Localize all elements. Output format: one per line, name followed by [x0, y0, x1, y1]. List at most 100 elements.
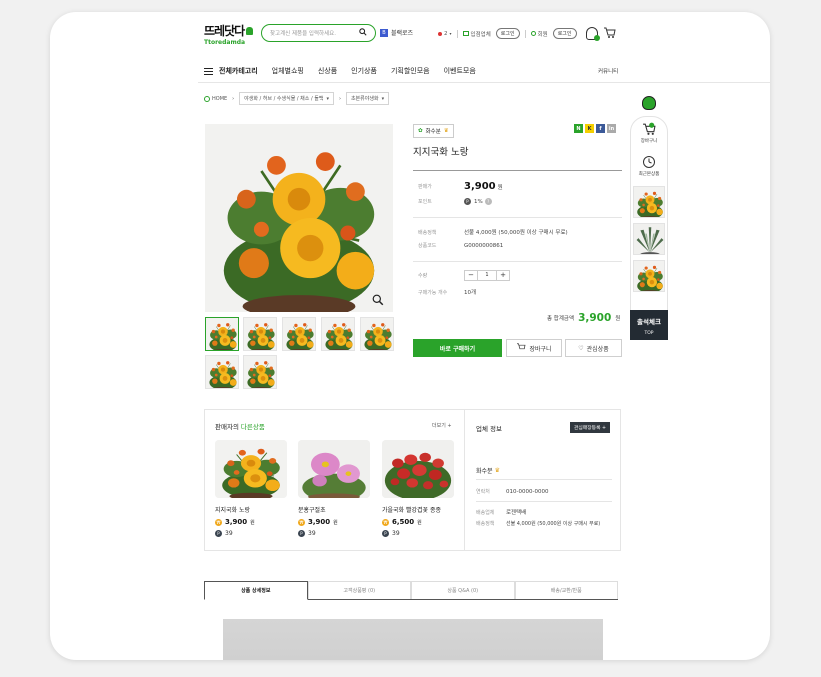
search-input[interactable]: 찾고계신 제품을 입력하세요. — [261, 24, 376, 42]
stock-label: 구매가능 개수 — [418, 289, 448, 296]
favorite-store-button[interactable]: 관심매장등록 + — [570, 422, 611, 433]
other-product-price-unit: 원 — [333, 520, 338, 526]
other-products-title-prefix: 판매자의 — [215, 423, 239, 431]
other-product-image[interactable] — [298, 440, 370, 498]
point-icon: P — [464, 198, 471, 205]
other-product-price-value: 6,500 — [392, 518, 415, 526]
buy-now-button[interactable]: 바로 구매하기 — [413, 339, 502, 357]
nav-item-new[interactable]: 신상품 — [318, 66, 337, 76]
breadcrumb-level1-select[interactable]: 야생화 / 허브 / 수생식물 / 채소 / 돌백 ▾ — [239, 92, 334, 105]
product-thumbnail[interactable] — [205, 355, 239, 389]
tab-detail[interactable]: 상품 상세정보 — [204, 581, 308, 600]
vendor-contact-label: 연락처 — [476, 489, 490, 495]
qty-row: 수량 − 1 + — [418, 270, 510, 281]
vendor-link[interactable]: 입점업체 — [462, 30, 491, 38]
nav-item-events[interactable]: 이벤트모음 — [444, 66, 476, 76]
stock-row: 구매가능 개수 10개 — [418, 288, 476, 297]
vendor-courier-value: 로젠택배 — [506, 510, 527, 516]
vendor-login-button[interactable]: 로그인 — [495, 28, 520, 39]
vendor-name: 화수분 — [476, 468, 493, 475]
recent-product-thumbnail[interactable] — [633, 186, 665, 218]
qty-plus-button[interactable]: + — [497, 271, 509, 280]
other-product-name[interactable]: 지지국화 노랑 — [215, 505, 250, 514]
sidebar-recent-label: 최근본상품 — [638, 172, 660, 177]
search-icon[interactable] — [359, 28, 367, 38]
facebook-share-icon[interactable]: f — [596, 124, 605, 133]
other-product-image[interactable] — [215, 440, 287, 498]
wishlist-button[interactable]: ♡ 관심상품 — [565, 339, 622, 357]
point-icon: P — [298, 530, 305, 537]
flag-icon — [438, 31, 442, 36]
more-link[interactable]: 더보기 + — [432, 422, 452, 429]
other-product-point: P 39 — [298, 530, 316, 537]
attendance-label: 출석체크 — [637, 318, 661, 326]
other-product-price-value: 3,900 — [308, 518, 331, 526]
add-to-cart-label: 장바구니 — [529, 345, 552, 353]
qty-value[interactable]: 1 — [477, 271, 497, 280]
page-frame: 뜨레닷다 Ttoredamda 찾고계신 제품을 입력하세요. B 블랙로즈 2… — [50, 12, 770, 660]
community-link[interactable]: 커뮤니티 — [598, 67, 618, 75]
shipping-row: 배송정책 선불 4,000원 (50,000원 이상 구매시 무료) — [418, 228, 568, 237]
naver-share-icon[interactable]: N — [574, 124, 583, 133]
product-thumbnail[interactable] — [282, 317, 316, 351]
attendance-check-button[interactable]: 출석체크 TOP — [630, 310, 668, 340]
qty-label: 수량 — [418, 273, 428, 279]
product-detail-image — [223, 619, 603, 660]
price-coin-icon: ₩ — [215, 518, 222, 526]
logo-plant-icon — [246, 26, 254, 35]
zoom-icon[interactable] — [372, 294, 388, 310]
seller-box-divider — [464, 409, 465, 551]
nav-item-popular[interactable]: 인기상품 — [351, 66, 377, 76]
recent-product-thumbnail[interactable] — [633, 260, 665, 292]
product-main-image[interactable] — [205, 124, 393, 312]
product-thumbnail[interactable] — [360, 317, 394, 351]
other-product-point: P 39 — [382, 530, 400, 537]
member-link[interactable]: 회원 — [530, 30, 548, 38]
mascot-icon[interactable] — [585, 27, 600, 41]
tab-qna[interactable]: 상품 Q&A (0) — [411, 581, 515, 599]
seller-tag[interactable]: ✿ 화수분 ♛ — [413, 124, 454, 138]
total-row: 총 합계금액 3,900 원 — [547, 312, 620, 324]
qty-minus-button[interactable]: − — [465, 271, 477, 280]
vendor-name-row: 화수분 ♛ — [476, 466, 500, 475]
kakao-share-icon[interactable]: K — [585, 124, 594, 133]
point-icon: P — [382, 530, 389, 537]
nav-item-sale[interactable]: 기획할인모음 — [391, 66, 430, 76]
other-product-image[interactable] — [382, 440, 454, 498]
member-login-button[interactable]: 로그인 — [552, 28, 577, 39]
product-thumbnail[interactable] — [243, 355, 277, 389]
seller-row: ✿ 화수분 ♛ — [413, 124, 454, 138]
divider — [413, 170, 622, 171]
product-thumbnail[interactable] — [321, 317, 355, 351]
home-icon — [204, 95, 210, 102]
promo-link[interactable]: B 블랙로즈 — [380, 28, 413, 37]
language-selector[interactable]: 2 ▾ — [438, 31, 452, 37]
other-product-price-unit: 원 — [417, 520, 422, 526]
product-thumbnail[interactable] — [243, 317, 277, 351]
sidebar-recent[interactable]: 최근본상품 — [630, 155, 668, 177]
link-share-icon[interactable]: in — [607, 124, 616, 133]
add-to-cart-button[interactable]: 장바구니 — [506, 339, 562, 357]
tab-reviews[interactable]: 고객상품평 (0) — [307, 581, 411, 599]
cart-icon[interactable] — [603, 27, 616, 40]
recent-product-thumbnail[interactable] — [633, 223, 665, 255]
tab-shipping[interactable]: 배송/교환/반품 — [514, 581, 618, 599]
other-product-name[interactable]: 분홍구절초 — [298, 505, 326, 514]
seller-badge-icon: ✿ — [418, 128, 423, 134]
quantity-stepper[interactable]: − 1 + — [464, 270, 510, 281]
breadcrumb-level2-select[interactable]: 초본류야생화 ▾ — [345, 92, 390, 105]
top-button[interactable]: TOP — [630, 331, 668, 336]
divider — [476, 501, 612, 502]
all-categories-button[interactable]: 전체카테고리 — [204, 66, 258, 76]
clock-icon — [643, 156, 655, 168]
vendor-info-title: 업체 정보 — [476, 425, 502, 433]
breadcrumb-home[interactable]: HOME — [204, 95, 227, 102]
other-product-name[interactable]: 가을국화 빨강겹꽃 종종 — [382, 505, 441, 514]
nav-item-vendor-shop[interactable]: 업체별쇼핑 — [272, 66, 304, 76]
heart-icon: ♡ — [578, 344, 584, 352]
site-logo[interactable]: 뜨레닷다 Ttoredamda — [204, 22, 254, 48]
info-icon[interactable]: ? — [484, 198, 492, 205]
product-thumbnail[interactable] — [205, 317, 239, 351]
divider — [476, 479, 612, 480]
sidebar-cart[interactable]: 장바구니 — [630, 122, 668, 144]
